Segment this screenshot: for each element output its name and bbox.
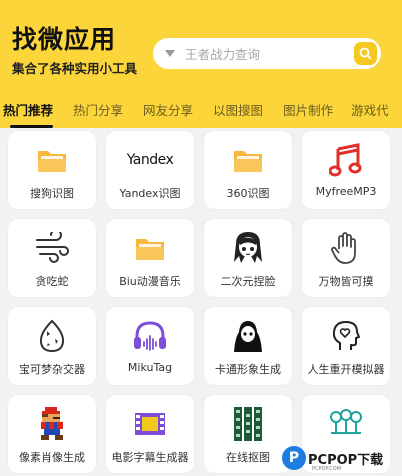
tool-card[interactable]: Biu动漫音乐: [106, 219, 194, 297]
ghost-icon: [229, 317, 267, 355]
watermark-text: PCPOP下载: [308, 452, 384, 468]
tool-card[interactable]: 宝可梦杂交器: [8, 307, 96, 385]
tool-card[interactable]: 卡通形象生成: [204, 307, 292, 385]
app-header: 找微应用 集合了各种实用小工具 王者战力查询 热门推荐 热门分享 网友分享 以图…: [0, 0, 402, 128]
category-tabs: 热门推荐 热门分享 网友分享 以图搜图 图片制作 游戏代: [0, 90, 402, 128]
tool-card[interactable]: 人生重开模拟器: [302, 307, 390, 385]
tool-label: 电影字幕生成器: [111, 451, 189, 464]
tool-card[interactable]: 万物皆可摸: [302, 219, 390, 297]
anime-face-icon: [229, 229, 267, 267]
app-title: 找微应用: [12, 25, 117, 54]
tab-game[interactable]: 游戏代: [343, 100, 399, 119]
tool-label: 万物皆可摸: [318, 275, 374, 288]
pcpop-logo-icon: P: [282, 446, 306, 470]
watermark-subtext: PCPOP.COM: [312, 466, 342, 472]
tool-card[interactable]: Yandex Yandex识图: [106, 131, 194, 209]
egg-icon: [33, 317, 71, 355]
tool-label: 宝可梦杂交器: [19, 363, 85, 376]
tool-card[interactable]: 贪吃蛇: [8, 219, 96, 297]
app-subtitle: 集合了各种实用小工具: [12, 61, 138, 76]
hand-icon: [327, 229, 365, 267]
tool-card[interactable]: 像素肖像生成: [8, 395, 96, 473]
search-icon: [359, 47, 372, 60]
tool-card[interactable]: MikuTag: [106, 307, 194, 385]
tool-card[interactable]: 电影字幕生成器: [106, 395, 194, 473]
film-icon: [131, 405, 169, 443]
tool-label: 二次元捏脸: [220, 275, 276, 288]
tree-icon: [327, 405, 365, 443]
tool-card[interactable]: 在线抠图: [204, 395, 292, 473]
tool-label: 贪吃蛇: [35, 275, 69, 288]
tool-label: MyfreeMP3: [315, 185, 377, 198]
tool-label: Biu动漫音乐: [119, 275, 181, 288]
tool-card[interactable]: 二次元捏脸: [204, 219, 292, 297]
film-strip-icon: [229, 405, 267, 443]
yandex-logo: Yandex: [127, 141, 174, 179]
tool-label: 搜狗识图: [30, 187, 74, 200]
pixel-mario-icon: [33, 405, 71, 443]
head-heart-icon: [327, 317, 365, 355]
folder-icon: [33, 141, 71, 179]
tool-card[interactable]: 360识图: [204, 131, 292, 209]
tool-label: MikuTag: [127, 361, 173, 374]
tool-label: 人生重开模拟器: [307, 363, 385, 376]
tab-image-search[interactable]: 以图搜图: [203, 100, 273, 119]
tool-label: 卡通形象生成: [215, 363, 281, 376]
headphones-icon: [131, 317, 169, 355]
search-bar[interactable]: 王者战力查询: [153, 38, 381, 69]
search-button[interactable]: [354, 42, 377, 65]
tool-label: 360识图: [226, 187, 270, 200]
wind-icon: [33, 229, 71, 267]
folder-icon: [229, 141, 267, 179]
tool-label: 在线抠图: [226, 451, 270, 464]
tab-user-share[interactable]: 网友分享: [133, 100, 203, 119]
tab-image-making[interactable]: 图片制作: [273, 100, 343, 119]
tool-grid: 搜狗识图 Yandex Yandex识图 360识图 MyfreeMP3 贪吃蛇…: [8, 131, 402, 476]
tool-label: Yandex识图: [119, 187, 181, 200]
yandex-logo-text: Yandex: [126, 152, 174, 168]
watermark: P PCPOP下载 PCPOP.COM: [282, 440, 402, 476]
tab-hot-recommend[interactable]: 热门推荐: [0, 100, 63, 128]
tool-card[interactable]: 搜狗识图: [8, 131, 96, 209]
search-input[interactable]: 王者战力查询: [185, 44, 381, 63]
folder-icon: [131, 229, 169, 267]
tool-card[interactable]: MyfreeMP3: [302, 131, 390, 209]
music-note-icon: [327, 141, 365, 179]
dropdown-caret-icon[interactable]: [165, 50, 175, 57]
tool-label: 像素肖像生成: [19, 451, 85, 464]
tab-hot-share[interactable]: 热门分享: [63, 100, 133, 119]
